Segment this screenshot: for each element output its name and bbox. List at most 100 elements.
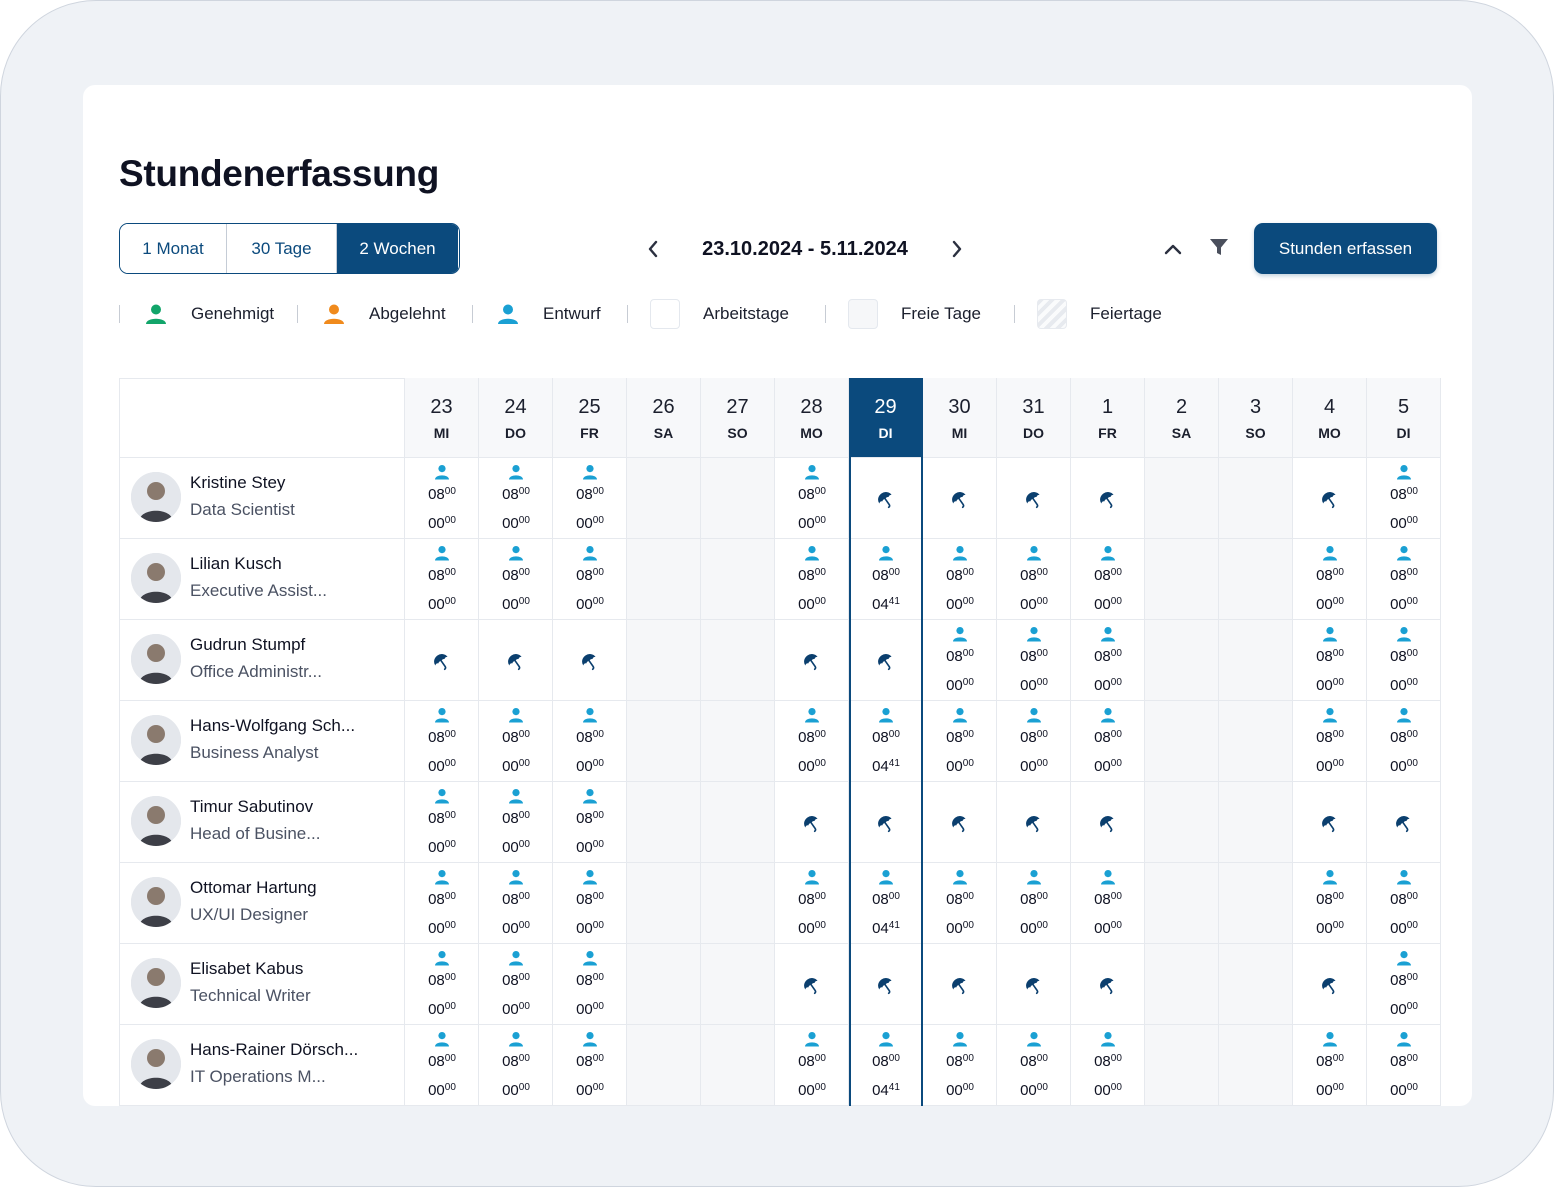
day-header-28[interactable]: 28 MO (775, 378, 849, 458)
filter-button[interactable] (1207, 234, 1231, 260)
time-entry-cell[interactable]: 0800 0000 (1367, 701, 1441, 782)
time-entry-cell[interactable]: 0800 0000 (405, 782, 479, 863)
empty-day-cell[interactable] (627, 944, 701, 1025)
empty-day-cell[interactable] (701, 1025, 775, 1106)
empty-day-cell[interactable] (1145, 944, 1219, 1025)
day-header-24[interactable]: 24 DO (479, 378, 553, 458)
day-header-4[interactable]: 4 MO (1293, 378, 1367, 458)
time-entry-cell[interactable]: 0800 0000 (479, 944, 553, 1025)
employee-row-header[interactable]: Kristine Stey Data Scientist (119, 458, 405, 539)
day-header-23[interactable]: 23 MI (405, 378, 479, 458)
empty-day-cell[interactable] (627, 1025, 701, 1106)
employee-row-header[interactable]: Lilian Kusch Executive Assist... (119, 539, 405, 620)
empty-day-cell[interactable] (1145, 539, 1219, 620)
empty-day-cell[interactable] (627, 782, 701, 863)
time-entry-cell[interactable]: 0800 0000 (775, 458, 849, 539)
time-entry-cell[interactable]: 0800 0000 (1367, 539, 1441, 620)
day-header-1[interactable]: 1 FR (1071, 378, 1145, 458)
empty-day-cell[interactable] (1145, 863, 1219, 944)
time-entry-cell[interactable]: 0800 0000 (997, 701, 1071, 782)
time-entry-cell[interactable]: 0800 0000 (405, 1025, 479, 1106)
time-entry-cell[interactable]: 0800 0000 (1293, 620, 1367, 701)
empty-day-cell[interactable] (1219, 539, 1293, 620)
time-entry-cell[interactable]: 0800 0000 (1367, 944, 1441, 1025)
vacation-cell[interactable] (775, 620, 849, 701)
time-entry-cell[interactable]: 0800 0000 (1071, 863, 1145, 944)
time-entry-cell[interactable]: 0800 0000 (1367, 863, 1441, 944)
vacation-cell[interactable] (997, 944, 1071, 1025)
time-entry-cell[interactable]: 0800 0441 (849, 701, 923, 782)
vacation-cell[interactable] (1071, 782, 1145, 863)
empty-day-cell[interactable] (701, 620, 775, 701)
collapse-button[interactable] (1160, 235, 1186, 263)
empty-day-cell[interactable] (627, 458, 701, 539)
day-header-2[interactable]: 2 SA (1145, 378, 1219, 458)
empty-day-cell[interactable] (1145, 701, 1219, 782)
vacation-cell[interactable] (997, 782, 1071, 863)
vacation-cell[interactable] (849, 458, 923, 539)
time-entry-cell[interactable]: 0800 0000 (997, 863, 1071, 944)
time-entry-cell[interactable]: 0800 0000 (405, 863, 479, 944)
time-entry-cell[interactable]: 0800 0000 (997, 620, 1071, 701)
time-entry-cell[interactable]: 0800 0000 (479, 1025, 553, 1106)
next-period-button[interactable] (943, 235, 971, 263)
tab-2-wochen[interactable]: 2 Wochen (337, 224, 458, 273)
empty-day-cell[interactable] (1219, 863, 1293, 944)
time-entry-cell[interactable]: 0800 0000 (775, 701, 849, 782)
vacation-cell[interactable] (923, 782, 997, 863)
day-header-26[interactable]: 26 SA (627, 378, 701, 458)
empty-day-cell[interactable] (627, 620, 701, 701)
prev-period-button[interactable] (639, 235, 667, 263)
vacation-cell[interactable] (479, 620, 553, 701)
vacation-cell[interactable] (923, 458, 997, 539)
day-header-25[interactable]: 25 FR (553, 378, 627, 458)
time-entry-cell[interactable]: 0800 0000 (553, 458, 627, 539)
empty-day-cell[interactable] (701, 782, 775, 863)
time-entry-cell[interactable]: 0800 0000 (775, 863, 849, 944)
day-header-3[interactable]: 3 SO (1219, 378, 1293, 458)
time-entry-cell[interactable]: 0800 0000 (553, 863, 627, 944)
day-header-5[interactable]: 5 DI (1367, 378, 1441, 458)
vacation-cell[interactable] (1293, 458, 1367, 539)
time-entry-cell[interactable]: 0800 0000 (775, 1025, 849, 1106)
time-entry-cell[interactable]: 0800 0000 (479, 863, 553, 944)
employee-row-header[interactable]: Elisabet Kabus Technical Writer (119, 944, 405, 1025)
time-entry-cell[interactable]: 0800 0000 (1071, 701, 1145, 782)
time-entry-cell[interactable]: 0800 0000 (405, 944, 479, 1025)
time-entry-cell[interactable]: 0800 0000 (479, 782, 553, 863)
time-entry-cell[interactable]: 0800 0000 (479, 539, 553, 620)
empty-day-cell[interactable] (627, 863, 701, 944)
vacation-cell[interactable] (849, 782, 923, 863)
empty-day-cell[interactable] (1145, 1025, 1219, 1106)
vacation-cell[interactable] (849, 620, 923, 701)
vacation-cell[interactable] (849, 944, 923, 1025)
day-header-31[interactable]: 31 DO (997, 378, 1071, 458)
time-entry-cell[interactable]: 0800 0000 (405, 539, 479, 620)
vacation-cell[interactable] (775, 782, 849, 863)
empty-day-cell[interactable] (1145, 782, 1219, 863)
time-entry-cell[interactable]: 0800 0000 (405, 701, 479, 782)
employee-row-header[interactable]: Ottomar Hartung UX/UI Designer (119, 863, 405, 944)
time-entry-cell[interactable]: 0800 0000 (775, 539, 849, 620)
vacation-cell[interactable] (1293, 944, 1367, 1025)
time-entry-cell[interactable]: 0800 0000 (923, 1025, 997, 1106)
time-entry-cell[interactable]: 0800 0000 (1293, 863, 1367, 944)
employee-row-header[interactable]: Gudrun Stumpf Office Administr... (119, 620, 405, 701)
stunden-erfassen-button[interactable]: Stunden erfassen (1254, 223, 1437, 274)
time-entry-cell[interactable]: 0800 0441 (849, 863, 923, 944)
vacation-cell[interactable] (923, 944, 997, 1025)
empty-day-cell[interactable] (627, 701, 701, 782)
vacation-cell[interactable] (1071, 458, 1145, 539)
time-entry-cell[interactable]: 0800 0000 (923, 701, 997, 782)
vacation-cell[interactable] (775, 944, 849, 1025)
empty-day-cell[interactable] (701, 863, 775, 944)
vacation-cell[interactable] (997, 458, 1071, 539)
empty-day-cell[interactable] (1145, 458, 1219, 539)
employee-row-header[interactable]: Hans-Rainer Dörsch... IT Operations M... (119, 1025, 405, 1106)
time-entry-cell[interactable]: 0800 0000 (923, 863, 997, 944)
empty-day-cell[interactable] (1145, 620, 1219, 701)
time-entry-cell[interactable]: 0800 0000 (479, 458, 553, 539)
empty-day-cell[interactable] (1219, 458, 1293, 539)
empty-day-cell[interactable] (1219, 944, 1293, 1025)
time-entry-cell[interactable]: 0800 0000 (553, 539, 627, 620)
